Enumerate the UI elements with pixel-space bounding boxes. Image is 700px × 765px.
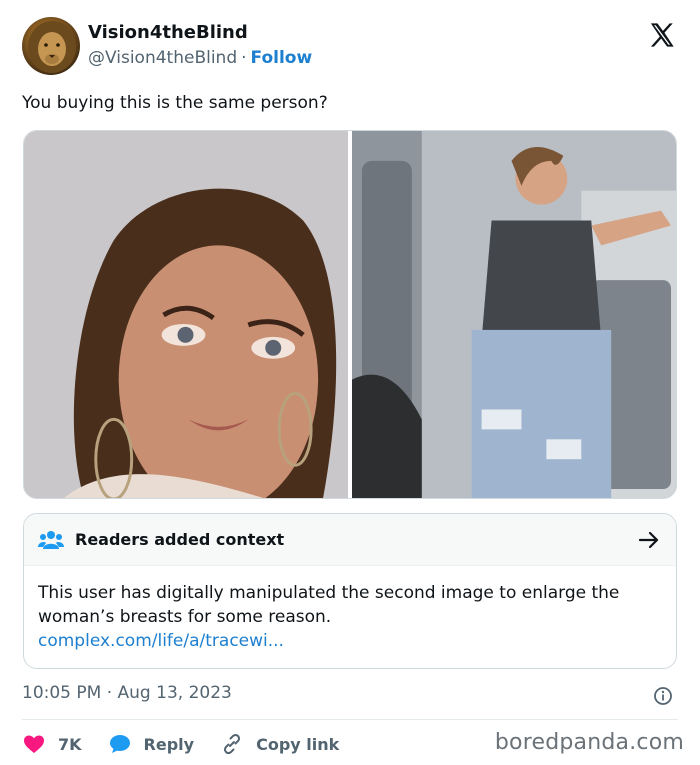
arrow-right-icon[interactable] [638,530,660,550]
like-count: 7K [58,734,82,754]
separator-dot: · [241,48,247,68]
context-title: Readers added context [75,530,285,549]
heart-icon [24,735,44,753]
action-bar: 7K Reply Copy link [22,730,365,758]
reply-button[interactable]: Reply [108,732,195,756]
woman-selfie-photo-icon [24,131,348,498]
link-icon [224,733,241,755]
media-grid [23,130,677,499]
tweet-header: Vision4theBlind @Vision4theBlind · Follow [22,17,682,77]
tweet-text: You buying this is the same person? [22,93,328,113]
like-button[interactable]: 7K [22,732,82,756]
lion-avatar-icon [28,21,76,73]
tweet-timestamp[interactable]: 10:05 PM · Aug 13, 2023 [22,683,232,703]
lion-avatar[interactable] [22,17,80,75]
author-handle[interactable]: @Vision4theBlind [88,48,237,68]
media-photo-2[interactable] [352,131,676,498]
copy-link-label: Copy link [256,734,340,754]
media-photo-1[interactable] [24,131,348,498]
author-handle-line: @Vision4theBlind · Follow [88,48,312,68]
divider [22,719,678,720]
context-header[interactable]: Readers added context [24,514,676,566]
context-text: This user has digitally manipulated the … [38,583,620,627]
woman-airplane-aisle-photo-icon [352,131,676,498]
x-logo-icon[interactable] [648,21,676,49]
people-icon [38,531,64,549]
follow-button[interactable]: Follow [251,48,313,68]
reply-label: Reply [143,734,195,754]
copy-link-button[interactable]: Copy link [220,732,339,756]
readers-context-card: Readers added context This user has digi… [23,513,677,669]
reply-bubble-icon [109,735,130,753]
context-source-link[interactable]: complex.com/life/a/tracewi... [38,629,658,653]
context-body: This user has digitally manipulated the … [38,581,658,653]
author-name[interactable]: Vision4theBlind [88,22,248,43]
boredpanda-watermark: boredpanda.com [494,730,684,755]
info-icon[interactable] [653,686,673,706]
